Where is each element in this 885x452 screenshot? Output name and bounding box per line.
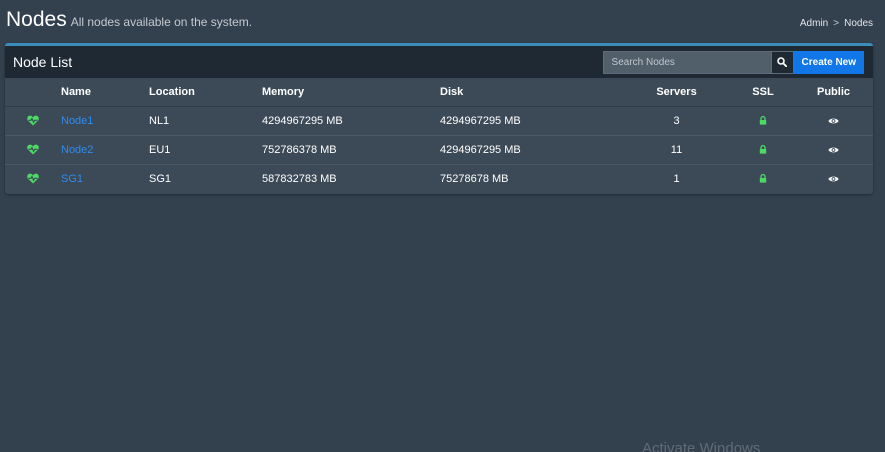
column-header-disk: Disk xyxy=(440,78,625,107)
ssl-cell xyxy=(728,163,798,193)
eye-icon xyxy=(828,118,839,123)
table-row: Node2 EU1 752786378 MB 4294967295 MB 11 xyxy=(5,134,873,164)
memory-cell: 752786378 MB xyxy=(262,134,440,164)
public-cell xyxy=(798,134,873,164)
public-cell xyxy=(798,163,873,193)
page-title-group: Nodes All nodes available on the system. xyxy=(6,8,252,32)
node-link[interactable]: SG1 xyxy=(61,173,83,185)
memory-cell: 587832783 MB xyxy=(262,163,440,193)
node-link[interactable]: Node1 xyxy=(61,115,93,127)
heartbeat-icon xyxy=(27,173,39,184)
node-list-tools: Create New xyxy=(602,50,864,74)
node-link[interactable]: Node2 xyxy=(61,144,93,156)
status-cell xyxy=(5,106,61,135)
column-header-status xyxy=(5,78,61,107)
disk-cell: 75278678 MB xyxy=(440,163,625,193)
servers-cell: 1 xyxy=(625,163,728,193)
breadcrumb-item-nodes: Nodes xyxy=(844,18,873,29)
breadcrumb-separator: > xyxy=(833,18,840,29)
table-row: SG1 SG1 587832783 MB 75278678 MB 1 xyxy=(5,163,873,193)
page-title: Nodes xyxy=(6,8,67,31)
create-new-button[interactable]: Create New xyxy=(793,50,864,74)
search-icon xyxy=(777,57,788,67)
eye-icon xyxy=(828,176,839,182)
eye-icon xyxy=(828,147,839,152)
status-cell xyxy=(5,134,61,164)
disk-cell: 4294967295 MB xyxy=(440,114,521,127)
search-nodes-input[interactable] xyxy=(602,50,771,74)
status-cell xyxy=(5,163,61,193)
breadcrumb-item-admin[interactable]: Admin xyxy=(800,18,828,29)
public-cell xyxy=(798,106,873,135)
lock-icon xyxy=(759,174,767,183)
node-list-title: Node List xyxy=(13,54,73,70)
table-row: Node1 NL1 4294967295 MB 4294967295 MB 3 xyxy=(5,106,873,135)
memory-cell: 4294967295 MB xyxy=(262,114,343,127)
column-header-servers: Servers xyxy=(625,78,728,107)
heartbeat-icon xyxy=(27,144,39,155)
search-button[interactable] xyxy=(770,50,794,74)
column-header-location: Location xyxy=(149,78,262,107)
location-cell: NL1 xyxy=(149,114,170,127)
ssl-cell xyxy=(728,106,798,135)
location-cell: EU1 xyxy=(149,134,262,164)
node-name-cell: SG1 xyxy=(61,163,149,193)
servers-cell: 3 xyxy=(673,114,680,127)
page-subtitle: All nodes available on the system. xyxy=(70,15,253,29)
column-header-name: Name xyxy=(61,78,149,107)
page-header: Nodes All nodes available on the system.… xyxy=(6,8,873,36)
windows-activation-watermark: Activate Windows xyxy=(642,440,761,452)
table-header-row: Name Location Memory Disk Servers SSL Pu… xyxy=(5,78,873,107)
node-name-cell: Node2 xyxy=(61,134,149,164)
node-list-panel: Node List Create New Name Location Memor… xyxy=(5,43,873,194)
lock-icon xyxy=(759,116,767,125)
node-name-cell: Node1 xyxy=(61,106,149,135)
column-header-public: Public xyxy=(798,78,873,107)
node-list-header: Node List Create New xyxy=(5,46,873,78)
disk-cell: 4294967295 MB xyxy=(440,134,625,164)
breadcrumb: Admin > Nodes xyxy=(800,18,873,29)
node-table: Name Location Memory Disk Servers SSL Pu… xyxy=(5,78,873,193)
servers-cell: 11 xyxy=(625,134,728,164)
lock-icon xyxy=(759,145,767,154)
column-header-memory: Memory xyxy=(262,78,440,107)
location-cell: SG1 xyxy=(149,163,262,193)
ssl-cell xyxy=(728,134,798,164)
heartbeat-icon xyxy=(27,115,39,126)
column-header-ssl: SSL xyxy=(728,78,798,107)
